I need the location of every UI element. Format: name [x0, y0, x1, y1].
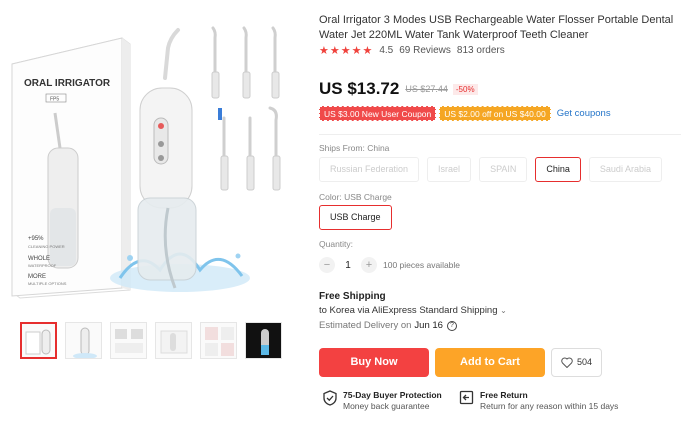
thumbnail-4[interactable] [155, 322, 192, 359]
buyer-protection-subtitle: Money back guarantee [343, 401, 430, 411]
box-brand-text: ORAL IRRIGATOR [24, 78, 111, 89]
estimated-delivery: Estimated Delivery on Jun 16 ? [319, 320, 457, 331]
thumbnail-2[interactable] [65, 322, 102, 359]
help-icon[interactable]: ? [446, 320, 457, 331]
ships-from-spain[interactable]: SPAIN [479, 157, 528, 182]
svg-text:WHOLE: WHOLE [28, 256, 50, 262]
buyer-protection-title: 75-Day Buyer Protection [343, 390, 442, 400]
quantity-minus-button[interactable]: − [319, 257, 335, 273]
svg-text:+95%: +95% [28, 236, 44, 242]
svg-text:FP5: FP5 [50, 97, 59, 103]
coupon-row: US $3.00 New User Coupon US $2.00 off on… [319, 106, 611, 121]
thumbnail-strip [20, 322, 282, 359]
color-options: USB Charge [319, 205, 392, 230]
thumbnail-6[interactable] [245, 322, 282, 359]
star-rating-icon: ★★★★★ [319, 44, 374, 57]
free-return-title: Free Return [480, 390, 528, 400]
product-illustration: ORAL IRRIGATOR FP5 +95% CLEANING POWER W… [11, 26, 281, 299]
main-product-image[interactable]: ORAL IRRIGATOR FP5 +95% CLEANING POWER W… [10, 8, 292, 306]
chevron-down-icon: ⌄ [500, 306, 507, 315]
svg-text:MORE: MORE [28, 274, 46, 280]
svg-text:MULTIPLE OPTIONS: MULTIPLE OPTIONS [28, 281, 67, 286]
shield-check-icon [323, 390, 337, 406]
divider [319, 134, 681, 135]
shipping-destination[interactable]: to Korea via AliExpress Standard Shippin… [319, 305, 507, 316]
add-to-cart-button[interactable]: Add to Cart [435, 348, 545, 377]
ships-from-label: Ships From: China [319, 143, 390, 153]
review-count[interactable]: 69 Reviews [399, 45, 451, 56]
store-coupon[interactable]: US $2.00 off on US $40.00 [439, 106, 551, 121]
color-label: Color: USB Charge [319, 192, 392, 202]
rating-value: 4.5 [379, 44, 394, 56]
return-icon [459, 390, 474, 405]
thumbnail-5[interactable] [200, 322, 237, 359]
quantity-plus-button[interactable]: + [361, 257, 377, 273]
original-price: US $27.44 [405, 84, 448, 94]
discount-badge: -50% [452, 83, 478, 95]
wishlist-count: 504 [576, 357, 593, 367]
current-price: US $13.72 [319, 79, 400, 98]
get-coupons-link[interactable]: Get coupons [557, 108, 611, 119]
free-return: Free Return Return for any reason within… [459, 390, 618, 412]
color-usb-charge[interactable]: USB Charge [319, 205, 392, 230]
quantity-value[interactable]: 1 [335, 260, 361, 271]
quantity-label: Quantity: [319, 239, 354, 249]
free-return-subtitle: Return for any reason within 15 days [480, 401, 619, 411]
quantity-stepper: − 1 + 100 pieces available [319, 257, 460, 273]
thumbnail-3[interactable] [110, 322, 147, 359]
thumbnail-1[interactable] [20, 322, 57, 359]
action-buttons: Buy Now Add to Cart 504 [319, 348, 602, 377]
price-row: US $13.72 US $27.44 -50% [319, 79, 478, 99]
quantity-available: 100 pieces available [383, 260, 461, 270]
ships-from-options: Russian Federation Israel SPAIN China Sa… [319, 157, 662, 182]
order-count: 813 orders [456, 44, 505, 56]
delivery-date: Jun 16 [414, 320, 443, 331]
svg-text:WATERPROOF: WATERPROOF [28, 263, 57, 268]
buy-now-button[interactable]: Buy Now [319, 348, 429, 377]
wishlist-button[interactable]: 504 [551, 348, 602, 377]
ships-from-russian-federation[interactable]: Russian Federation [319, 157, 420, 182]
new-user-coupon[interactable]: US $3.00 New User Coupon [319, 106, 437, 121]
ships-from-israel[interactable]: Israel [427, 157, 472, 182]
rating-row: ★★★★★ 4.5 69 Reviews 813 orders [319, 43, 511, 57]
buyer-protection: 75-Day Buyer Protection Money back guara… [323, 390, 442, 412]
svg-text:CLEANING POWER: CLEANING POWER [28, 244, 65, 249]
heart-icon [561, 357, 573, 368]
ships-from-china[interactable]: China [535, 157, 581, 182]
free-shipping-title: Free Shipping [319, 291, 386, 302]
ships-from-saudi-arabia[interactable]: Saudi Arabia [588, 157, 662, 182]
product-title: Oral Irrigator 3 Modes USB Rechargeable … [319, 14, 674, 41]
